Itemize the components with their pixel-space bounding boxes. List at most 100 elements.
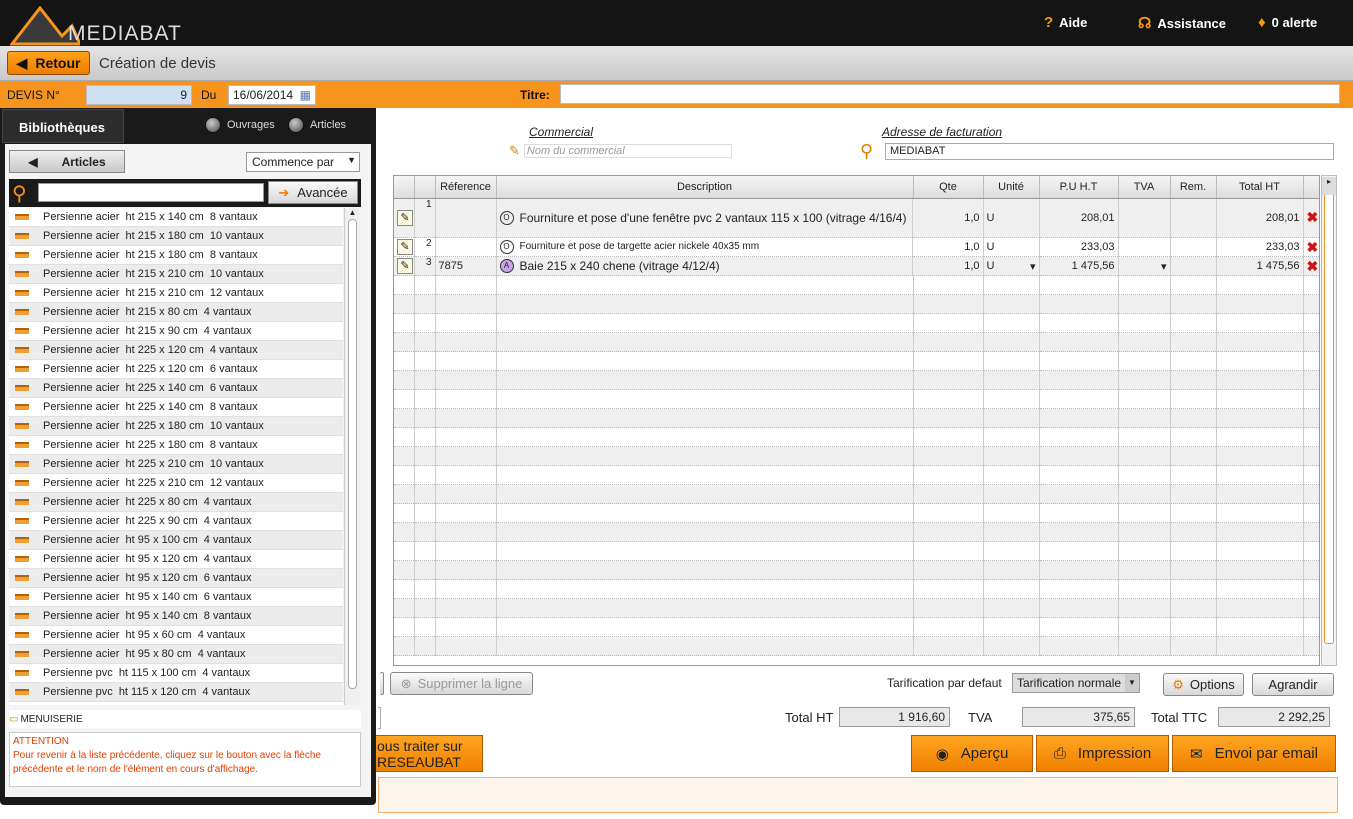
grid-menu-arrow-icon[interactable]: ▸ [1322,177,1336,195]
library-item[interactable]: Persienne acier ht 225 x 140 cm 6 vantau… [9,379,343,398]
subcontract-button[interactable]: ous traiter sur RESEAUBAT [372,735,483,772]
library-item[interactable]: Persienne acier ht 225 x 180 cm 10 vanta… [9,417,343,436]
library-item[interactable]: Persienne acier ht 215 x 180 cm 10 vanta… [9,227,343,246]
edit-cell[interactable]: ✎ [394,256,415,276]
radio-articles[interactable]: Articles [288,117,346,133]
articles-back-button[interactable]: ◀ Articles [9,150,125,173]
calendar-icon[interactable]: ▦ [300,88,311,102]
chevron-down-icon[interactable]: ▾ [1161,260,1167,273]
library-item[interactable]: Persienne pvc ht 115 x 120 cm 4 vantaux [9,683,343,702]
library-item[interactable]: Persienne acier ht 215 x 80 cm 4 vantaux [9,303,343,322]
advanced-search-button[interactable]: ➔ Avancée [268,181,358,204]
unit-price-cell[interactable]: 208,01 [1039,198,1119,238]
quote-line-row[interactable]: ✎ 2 O Fourniture et pose de targette acier … [394,237,1319,257]
commercial-input[interactable]: Nom du commercial [523,144,732,158]
qty-cell[interactable]: 1,0 [913,256,984,276]
date-field[interactable]: 16/06/2014 ▦ [228,85,316,105]
library-item[interactable]: Persienne acier ht 225 x 140 cm 8 vantau… [9,398,343,417]
reference-cell[interactable] [435,198,497,238]
print-button[interactable]: ⎙ Impression [1036,735,1169,772]
unit-cell[interactable]: U [983,198,1040,238]
reference-cell[interactable] [435,237,497,257]
library-item[interactable]: Persienne acier ht 95 x 140 cm 6 vantaux [9,588,343,607]
discount-cell[interactable] [1170,237,1217,257]
tva-cell[interactable]: ▾ [1118,256,1171,276]
qty-cell[interactable]: 1,0 [913,237,984,257]
radio-ouvrages[interactable]: Ouvrages [205,117,275,133]
library-item[interactable]: Persienne acier ht 225 x 80 cm 4 vantaux [9,493,343,512]
unit-cell[interactable]: U [983,237,1040,257]
enlarge-button[interactable]: Agrandir [1252,673,1334,696]
library-item[interactable]: Persienne acier ht 225 x 180 cm 8 vantau… [9,436,343,455]
devis-number-field[interactable]: 9 [86,85,192,105]
search-add-icon[interactable]: ⚲ [860,141,873,162]
pencil-icon[interactable]: ✎ [397,209,413,226]
quote-line-row[interactable]: ✎ 3 7875 A Baie 215 x 240 chene (vitrage 4/1… [394,256,1319,276]
chevron-down-icon[interactable]: ▼ [1125,674,1139,692]
description-cell[interactable]: O Fourniture et pose d'une fenêtre pvc 2 … [496,198,913,238]
col-total[interactable]: Total HT [1216,176,1304,199]
tva-cell[interactable] [1118,198,1171,238]
chevron-down-icon[interactable]: ▾ [1030,260,1036,273]
unit-cell[interactable]: U ▾ [983,256,1040,276]
search-icon[interactable]: ⚲ [12,181,27,206]
col-unit[interactable]: Unité [983,176,1040,199]
grid-scrollbar[interactable] [1321,175,1337,666]
col-tva[interactable]: TVA [1118,176,1171,199]
library-item[interactable]: Persienne acier ht 95 x 80 cm 4 vantaux [9,645,343,664]
scroll-up-icon[interactable]: ▲ [345,208,360,217]
col-description[interactable]: Description [496,176,914,199]
col-reference[interactable]: Réference [435,176,497,199]
col-unit-price[interactable]: P.U H.T [1039,176,1119,199]
library-item[interactable]: Persienne acier ht 225 x 210 cm 10 vanta… [9,455,343,474]
library-item[interactable]: Persienne acier ht 95 x 100 cm 4 vantaux [9,531,343,550]
library-item[interactable]: Persienne acier ht 225 x 120 cm 6 vantau… [9,360,343,379]
help-link[interactable]: ? Aide [1044,14,1087,31]
commercial-field[interactable]: ✎ Nom du commercial [509,143,739,159]
library-item[interactable]: Persienne acier ht 95 x 140 cm 8 vantaux [9,607,343,626]
description-cell[interactable]: O Fourniture et pose de targette acier ni… [496,237,913,257]
discount-cell[interactable] [1170,198,1217,238]
library-item[interactable]: Persienne acier ht 215 x 180 cm 8 vantau… [9,246,343,265]
discount-cell[interactable] [1170,256,1217,276]
back-button[interactable]: ◀ Retour [7,51,90,75]
quote-line-row[interactable]: ✎ 1 O Fourniture et pose d'une fenêtre pvc … [394,198,1319,238]
grid-scroll-thumb[interactable] [1324,184,1334,644]
delete-icon[interactable]: ✖ [1307,209,1319,225]
billing-field[interactable]: MEDIABAT [885,143,1334,160]
library-item[interactable]: Persienne acier ht 95 x 120 cm 4 vantaux [9,550,343,569]
library-item[interactable]: Persienne acier ht 225 x 210 cm 12 vanta… [9,474,343,493]
col-qty[interactable]: Qte [913,176,984,199]
tva-cell[interactable] [1118,237,1171,257]
delete-icon[interactable]: ✖ [1307,239,1319,255]
unit-price-cell[interactable]: 233,03 [1039,237,1119,257]
library-item[interactable]: Persienne acier ht 215 x 140 cm 8 vantau… [9,208,343,227]
qty-cell[interactable]: 1,0 [913,198,984,238]
library-item[interactable]: Persienne acier ht 215 x 210 cm 12 vanta… [9,284,343,303]
reference-cell[interactable]: 7875 [435,256,497,276]
pencil-icon[interactable]: ✎ [397,258,413,274]
edit-cell[interactable]: ✎ [394,237,415,257]
library-item[interactable]: Persienne acier ht 215 x 90 cm 4 vantaux [9,322,343,341]
library-item[interactable]: Persienne acier ht 95 x 60 cm 4 vantaux [9,626,343,645]
library-tab[interactable]: Bibliothèques [2,109,124,143]
delete-line-button[interactable]: ⊗ Supprimer la ligne [390,672,533,695]
library-scrollbar[interactable]: ▲ [344,208,360,705]
library-item[interactable]: Persienne pvc ht 115 x 100 cm 4 vantaux [9,664,343,683]
match-mode-select[interactable]: Commence par ▼ [246,152,360,172]
unit-price-cell[interactable]: 1 475,56 [1039,256,1119,276]
alerts-link[interactable]: ♦ 0 alerte [1258,14,1317,31]
col-discount[interactable]: Rem. [1170,176,1217,199]
library-item[interactable]: Persienne acier ht 95 x 120 cm 6 vantaux [9,569,343,588]
edit-cell[interactable]: ✎ [394,198,415,238]
library-item[interactable]: Persienne acier ht 215 x 210 cm 10 vanta… [9,265,343,284]
title-field[interactable] [560,84,1340,104]
options-button[interactable]: ⚙ Options [1163,673,1244,696]
delete-icon[interactable]: ✖ [1307,258,1319,274]
library-item[interactable]: Persienne acier ht 225 x 90 cm 4 vantaux [9,512,343,531]
pricing-select[interactable]: Tarification normale [1012,673,1140,693]
library-item[interactable]: Persienne acier ht 225 x 120 cm 4 vantau… [9,341,343,360]
assistance-link[interactable]: ☊ Assistance [1138,14,1226,32]
mediabat-logo[interactable]: MEDIABAT [8,5,181,46]
delete-cell[interactable]: ✖ [1303,256,1319,276]
